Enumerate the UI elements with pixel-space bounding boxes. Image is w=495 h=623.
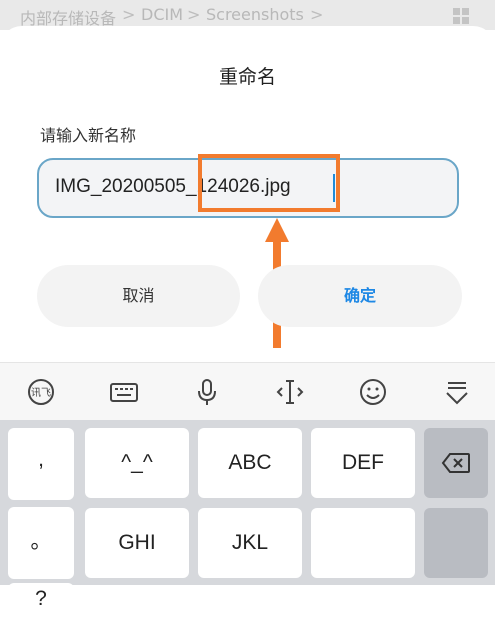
collapse-keyboard-icon[interactable] [442, 377, 472, 407]
emoji-icon[interactable] [358, 377, 388, 407]
keyboard-icon[interactable] [109, 377, 139, 407]
dialog-title: 重命名 [218, 66, 276, 88]
key-jkl[interactable]: JKL [198, 508, 302, 578]
key-period[interactable]: 。 [8, 507, 74, 579]
key-abc[interactable]: ABC [198, 428, 302, 498]
breadcrumb-separator: > [122, 5, 136, 24]
key-ghi[interactable]: GHI [85, 508, 189, 578]
microphone-icon[interactable] [192, 377, 222, 407]
input-prompt: 请输入新名称 [40, 126, 137, 145]
voice-translate-icon[interactable]: 讯飞 [26, 377, 56, 407]
cursor-move-icon[interactable] [275, 377, 305, 407]
key-comma[interactable]: , [8, 428, 74, 500]
breadcrumb-item-screenshots[interactable]: Screenshots [206, 5, 304, 24]
key-def[interactable]: DEF [311, 428, 415, 498]
backspace-key[interactable] [424, 428, 488, 498]
grid-view-icon[interactable] [452, 7, 470, 25]
rename-dialog: 重命名 请输入新名称 IMG_20200505_124026.jpg 取消 确定 [0, 26, 495, 362]
voice-translate-badge: 讯飞 [31, 387, 51, 399]
cancel-button[interactable]: 取消 [37, 265, 240, 327]
confirm-button[interactable]: 确定 [258, 265, 462, 327]
key-side-right[interactable] [424, 508, 488, 578]
keyboard: , 。 ? ^_^ ABC DEF GHI JKL [0, 420, 495, 623]
backspace-icon [441, 453, 470, 473]
key-mno[interactable] [311, 508, 415, 578]
key-emoticon[interactable]: ^_^ [85, 428, 189, 498]
breadcrumb-separator: > [310, 5, 324, 24]
breadcrumb-item-dcim[interactable]: DCIM [141, 5, 183, 24]
annotation-highlight-box [198, 154, 340, 212]
keyboard-toolbar: 讯飞 [0, 362, 495, 421]
key-question[interactable]: ? [8, 583, 74, 623]
breadcrumb-separator: > [187, 5, 201, 24]
